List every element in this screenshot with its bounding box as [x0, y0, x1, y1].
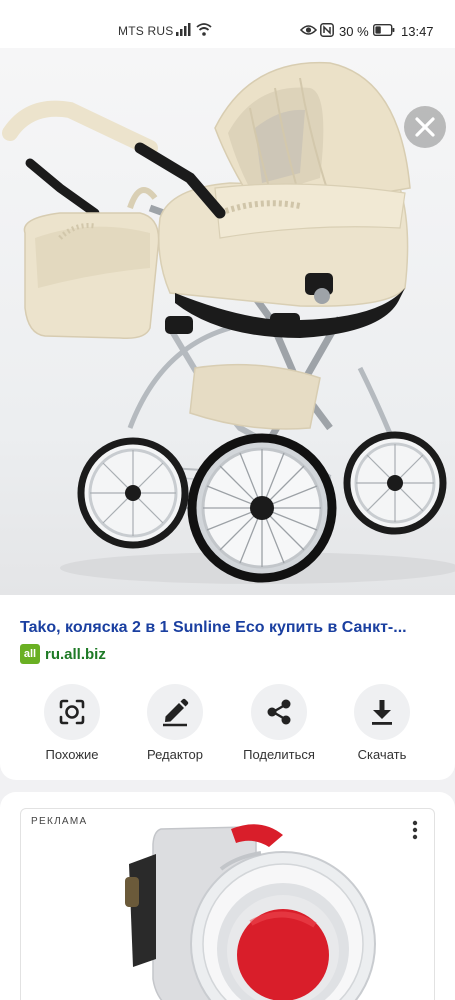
battery-percent: 30 % — [339, 24, 369, 39]
clock: 13:47 — [401, 24, 434, 39]
share-label: Поделиться — [243, 747, 315, 762]
download-icon — [372, 700, 392, 725]
ad-label: РЕКЛАМА — [31, 816, 88, 827]
lens-icon — [59, 699, 85, 725]
result-title-link[interactable]: Tako, коляска 2 в 1 Sunline Eco купить в… — [20, 619, 440, 637]
share-icon — [267, 699, 291, 725]
wifi-icon — [196, 23, 212, 36]
download-label: Скачать — [357, 747, 407, 762]
action-bar: Похожие Редактор Поделиться Скачать — [0, 684, 455, 764]
ad-card: РЕКЛАМА — [0, 792, 455, 1000]
stroller-illustration — [2, 61, 455, 584]
signal-icon — [176, 23, 191, 36]
download-button-circle — [354, 684, 410, 740]
battery-icon — [373, 24, 395, 36]
carrier-name: MTS RUS — [118, 24, 174, 38]
share-button[interactable]: Поделиться — [233, 684, 325, 764]
similar-label: Похожие — [45, 747, 99, 762]
ad-menu-button[interactable] — [399, 815, 431, 845]
similar-button[interactable]: Похожие — [26, 684, 118, 764]
editor-button-circle — [147, 684, 203, 740]
close-icon — [415, 117, 435, 137]
source-domain: ru.all.biz — [45, 645, 106, 663]
ad-product-image — [125, 824, 376, 1000]
close-button[interactable] — [404, 106, 446, 148]
download-button[interactable]: Скачать — [336, 684, 428, 764]
image-result-card: Tako, коляска 2 в 1 Sunline Eco купить в… — [0, 48, 455, 780]
nfc-icon — [320, 23, 334, 37]
pencil-icon — [163, 698, 189, 727]
status-bar: MTS RUS 30 % 13:47 — [0, 0, 455, 48]
share-button-circle — [251, 684, 307, 740]
more-vert-icon — [412, 820, 418, 840]
eye-icon — [300, 25, 317, 35]
ad-banner[interactable]: РЕКЛАМА — [20, 808, 435, 1000]
result-source[interactable]: all ru.all.biz — [20, 644, 106, 664]
site-favicon: all — [20, 644, 40, 664]
similar-button-circle — [44, 684, 100, 740]
result-image[interactable] — [0, 48, 455, 595]
editor-label: Редактор — [147, 747, 203, 762]
editor-button[interactable]: Редактор — [129, 684, 221, 764]
